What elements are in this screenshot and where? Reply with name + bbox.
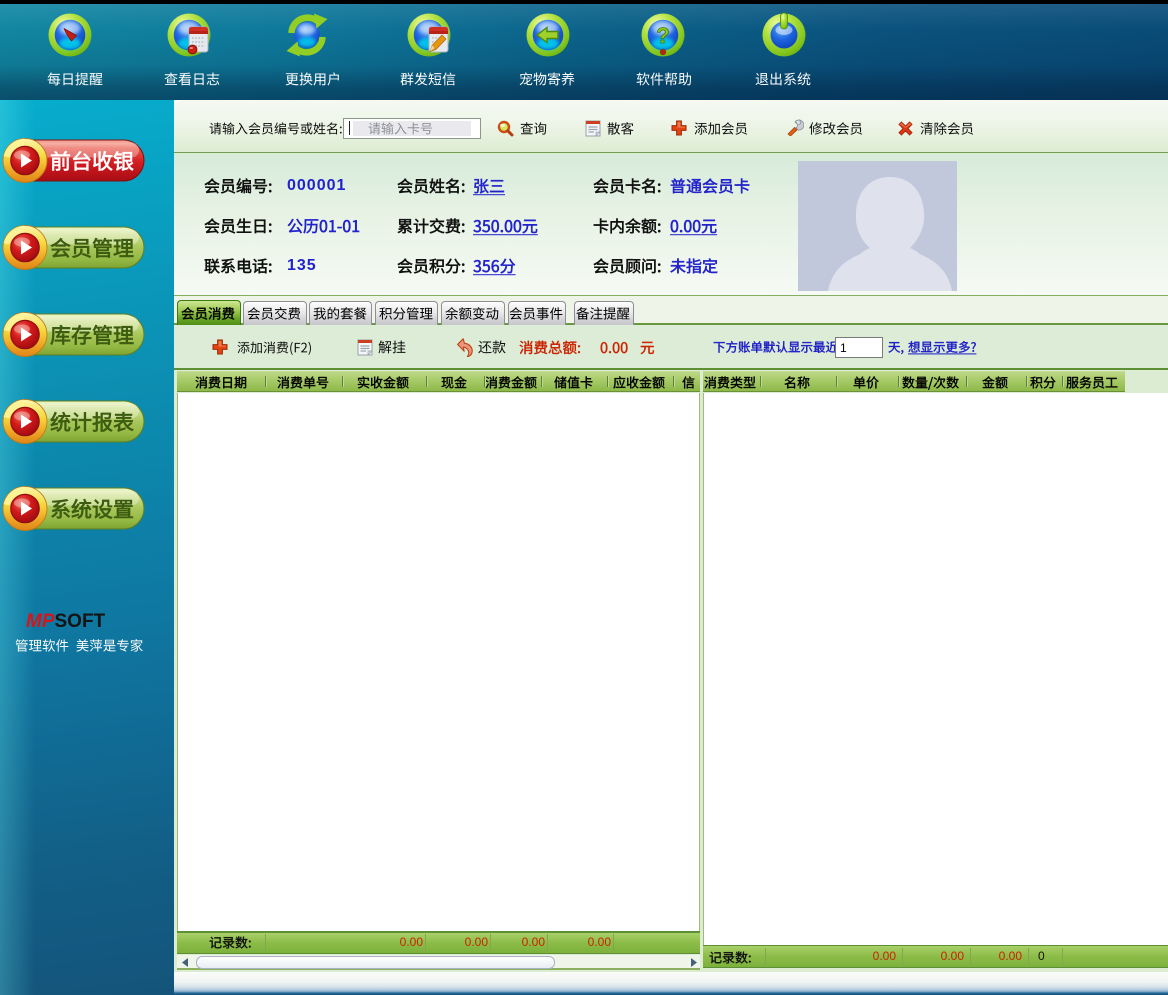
svg-text:?: ?: [656, 23, 669, 48]
